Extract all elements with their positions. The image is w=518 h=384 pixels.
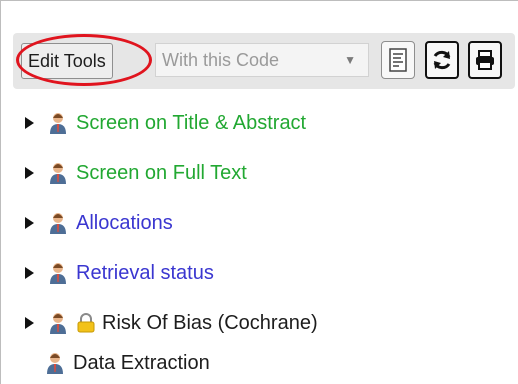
expand-arrow-icon[interactable] [25,167,34,179]
tree-item-label[interactable]: Allocations [76,212,173,235]
print-button[interactable] [468,41,502,79]
chevron-down-icon: ▼ [344,53,356,67]
tree-item[interactable]: Retrieval status [25,253,214,293]
user-icon [50,163,66,184]
expand-arrow-icon[interactable] [25,117,34,129]
refresh-button[interactable] [425,41,459,79]
user-icon [47,353,63,374]
refresh-icon [433,50,451,70]
report-button[interactable] [381,41,415,79]
tree-item-label[interactable]: Data Extraction [73,352,210,375]
tree-item[interactable]: Screen on Title & Abstract [25,103,306,143]
code-select-value: With this Code [162,50,280,70]
user-icon [50,313,66,334]
lock-icon [77,313,95,333]
tree-item[interactable]: Screen on Full Text [25,153,247,193]
print-icon [476,50,494,70]
tree-item-label[interactable]: Risk Of Bias (Cochrane) [102,312,318,335]
report-icon [389,48,407,72]
user-icon [50,263,66,284]
tree-item[interactable]: Allocations [25,203,173,243]
user-icon [50,113,66,134]
expand-arrow-icon[interactable] [25,317,34,329]
user-icon [50,213,66,234]
edit-tools-button[interactable]: Edit Tools [21,43,113,79]
code-select[interactable]: With this Code ▼ [155,43,369,77]
expand-arrow-icon[interactable] [25,217,34,229]
tree-item-label[interactable]: Screen on Title & Abstract [76,112,306,135]
tree-item-label[interactable]: Retrieval status [76,262,214,285]
tree-item[interactable]: Data Extraction [45,343,210,383]
tree-item-label[interactable]: Screen on Full Text [76,162,247,185]
codes-panel: Edit Tools With this Code ▼ Screen on Ti… [0,0,518,384]
expand-arrow-icon[interactable] [25,267,34,279]
tree-item[interactable]: Risk Of Bias (Cochrane) [25,303,318,343]
